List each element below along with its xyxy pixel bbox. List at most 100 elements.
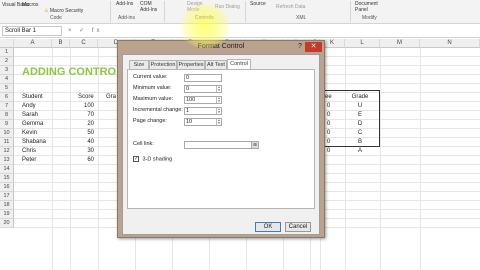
score2-cell[interactable]: 0 bbox=[327, 147, 330, 156]
page-change-text: 10 bbox=[186, 119, 193, 125]
student-name-cell[interactable]: Chris bbox=[22, 147, 36, 156]
row-header[interactable]: 5 bbox=[0, 84, 14, 93]
com-addins-button[interactable]: COM Add-Ins bbox=[140, 1, 160, 13]
current-value-input[interactable]: 0 bbox=[184, 74, 222, 82]
gridline bbox=[98, 48, 99, 270]
name-box[interactable]: Scroll Bar 1 bbox=[2, 26, 62, 36]
gridline bbox=[52, 48, 53, 270]
gridline bbox=[380, 48, 381, 270]
column-header[interactable]: A bbox=[14, 39, 52, 48]
design-mode-button[interactable]: Design Mode bbox=[187, 1, 209, 13]
group-code-label: Code bbox=[50, 15, 62, 21]
current-value-label: Current value: bbox=[133, 74, 168, 80]
student-name-cell[interactable]: Gemma bbox=[22, 120, 43, 129]
row-header[interactable]: 8 bbox=[0, 111, 14, 120]
student-name-cell[interactable]: Peter bbox=[22, 156, 36, 165]
row-header[interactable]: 1 bbox=[0, 48, 14, 57]
format-control-dialog: Format Control ? ✕ Size Protection Prope… bbox=[117, 40, 325, 238]
row-header[interactable]: 9 bbox=[0, 120, 14, 129]
row-header[interactable]: 18 bbox=[0, 201, 14, 210]
row-header[interactable]: 17 bbox=[0, 192, 14, 201]
row-header[interactable]: 7 bbox=[0, 102, 14, 111]
maximum-value-text: 100 bbox=[186, 97, 196, 103]
column-header[interactable]: C bbox=[70, 39, 98, 48]
student-name-cell[interactable]: Andy bbox=[22, 102, 36, 111]
column-header[interactable]: M bbox=[380, 39, 420, 48]
cancel-button[interactable]: Cancel bbox=[285, 222, 311, 232]
shading-checkbox[interactable]: ✓ 3-D shading bbox=[133, 156, 172, 162]
page-change-input[interactable]: 10 ▲ ▼ bbox=[184, 118, 222, 126]
ok-button[interactable]: OK bbox=[255, 222, 281, 232]
macro-security-button[interactable]: ⚠ Macro Security bbox=[44, 8, 83, 14]
group-xml-label: XML bbox=[296, 15, 307, 21]
source-button[interactable]: Source bbox=[250, 1, 266, 7]
header-student[interactable]: Student bbox=[22, 93, 43, 102]
tab-alt-text[interactable]: Alt Text bbox=[205, 60, 227, 69]
gridline bbox=[420, 48, 421, 270]
sheet-title: ADDING CONTRO bbox=[22, 66, 117, 78]
maximum-value-label: Maximum value: bbox=[133, 96, 174, 102]
score-cell[interactable]: 40 bbox=[70, 138, 94, 147]
score-cell[interactable]: 70 bbox=[70, 111, 94, 120]
spinner-icon[interactable]: ▲ ▼ bbox=[216, 86, 221, 92]
spinner-icon[interactable]: ▲ ▼ bbox=[216, 97, 221, 103]
control-tab-panel: Current value: 0 Minimum value: 0 ▲ ▼ Max… bbox=[127, 69, 315, 209]
tab-size[interactable]: Size bbox=[129, 60, 149, 69]
collapse-dialog-icon[interactable]: ⊞ bbox=[251, 142, 258, 148]
student-name-cell[interactable]: Sarah bbox=[22, 111, 38, 120]
column-header[interactable]: L bbox=[345, 39, 380, 48]
score-cell[interactable]: 100 bbox=[70, 102, 94, 111]
minimum-value-input[interactable]: 0 ▲ ▼ bbox=[184, 85, 222, 93]
row-header[interactable]: 20 bbox=[0, 219, 14, 228]
macros-button[interactable]: Macros bbox=[22, 2, 38, 8]
student-name-cell[interactable]: Shabana bbox=[22, 138, 46, 147]
cell-link-input[interactable]: ⊞ bbox=[184, 141, 259, 149]
help-icon[interactable]: ? bbox=[296, 42, 304, 52]
spinner-icon[interactable]: ▲ ▼ bbox=[216, 119, 221, 125]
score-cell[interactable]: 60 bbox=[70, 156, 94, 165]
score-cell[interactable]: 20 bbox=[70, 120, 94, 129]
checkbox-icon[interactable]: ✓ bbox=[133, 156, 139, 162]
row-header[interactable]: 2 bbox=[0, 57, 14, 66]
dialog-body: Size Protection Properties Alt Text Cont… bbox=[122, 54, 320, 235]
row-header[interactable]: 12 bbox=[0, 147, 14, 156]
formula-icons[interactable]: × ✓ fx bbox=[68, 27, 103, 34]
row-header[interactable]: 10 bbox=[0, 129, 14, 138]
student-name-cell[interactable]: Kevin bbox=[22, 129, 37, 138]
header-score[interactable]: Score bbox=[78, 93, 94, 102]
maximum-value-input[interactable]: 100 ▲ ▼ bbox=[184, 96, 222, 104]
close-icon[interactable]: ✕ bbox=[305, 42, 322, 52]
score-cell[interactable]: 50 bbox=[70, 129, 94, 138]
run-dialog-button[interactable]: Run Dialog bbox=[215, 4, 240, 10]
row-header[interactable]: 15 bbox=[0, 174, 14, 183]
row-header[interactable]: 6 bbox=[0, 93, 14, 102]
tab-control[interactable]: Control bbox=[227, 59, 251, 69]
tab-protection[interactable]: Protection bbox=[149, 60, 177, 69]
gridline bbox=[345, 48, 346, 270]
incremental-change-input[interactable]: 1 ▲ ▼ bbox=[184, 107, 222, 115]
select-all-corner[interactable] bbox=[0, 39, 14, 48]
row-header[interactable]: 3 bbox=[0, 66, 14, 75]
grade-table-border bbox=[318, 90, 380, 147]
group-addins-label: Add-ins bbox=[118, 15, 135, 21]
row-header[interactable]: 13 bbox=[0, 156, 14, 165]
group-controls-label: Controls bbox=[195, 15, 214, 21]
document-panel-button[interactable]: Document Panel bbox=[355, 1, 383, 13]
addins-button[interactable]: Add-Ins bbox=[116, 1, 133, 7]
grade-cell[interactable] bbox=[350, 156, 370, 165]
row-header[interactable]: 4 bbox=[0, 75, 14, 84]
tab-properties[interactable]: Properties bbox=[177, 60, 205, 69]
column-header[interactable]: N bbox=[420, 39, 480, 48]
refresh-data-button[interactable]: Refresh Data bbox=[276, 4, 305, 10]
spinner-icon[interactable]: ▲ ▼ bbox=[216, 108, 221, 114]
incremental-change-label: Incremental change: bbox=[133, 107, 183, 113]
row-header[interactable]: 14 bbox=[0, 165, 14, 174]
grade-cell[interactable]: A bbox=[350, 147, 370, 156]
column-header[interactable]: B bbox=[52, 39, 70, 48]
header-grade-partial[interactable]: Gra bbox=[106, 93, 116, 102]
row-header[interactable]: 19 bbox=[0, 210, 14, 219]
row-header[interactable]: 16 bbox=[0, 183, 14, 192]
ribbon-separator bbox=[110, 1, 111, 22]
row-header[interactable]: 11 bbox=[0, 138, 14, 147]
score-cell[interactable]: 30 bbox=[70, 147, 94, 156]
